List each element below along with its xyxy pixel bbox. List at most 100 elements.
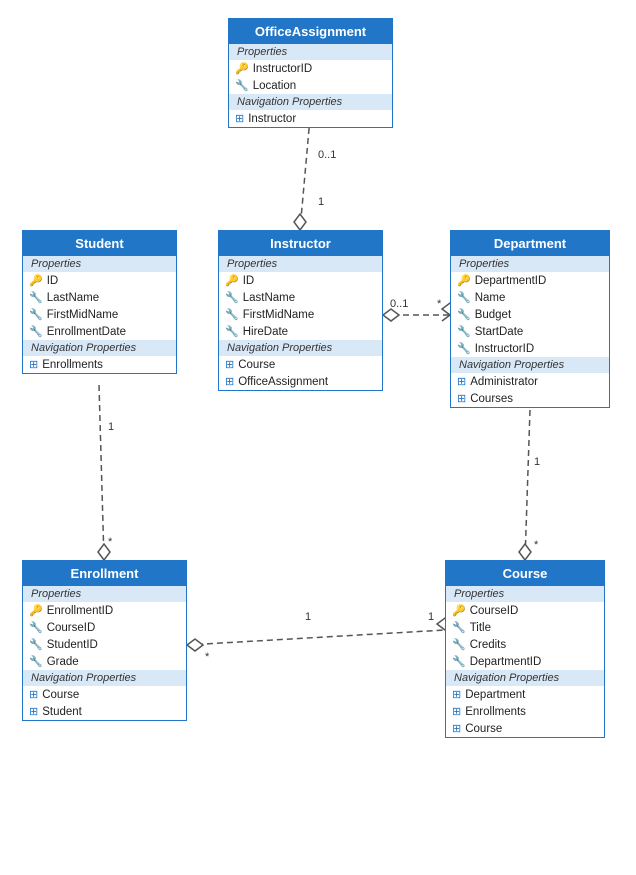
prop-name: DepartmentID xyxy=(475,275,547,287)
wrench-icon: 🔧 xyxy=(457,291,471,304)
student-enroll-1: 1 xyxy=(108,421,114,433)
oa-label-1: 1 xyxy=(318,196,324,208)
wrench-icon: 🔧 xyxy=(225,325,239,338)
prop-row: 🔑 EnrollmentID xyxy=(23,602,186,619)
wrench-icon: 🔧 xyxy=(225,308,239,321)
key-icon: 🔑 xyxy=(452,604,466,617)
prop-row: ⊞ Department xyxy=(446,686,604,703)
enrollment-props-label: Properties xyxy=(23,586,186,602)
prop-row: ⊞ OfficeAssignment xyxy=(219,373,382,390)
department-nav-label: Navigation Properties xyxy=(451,357,609,373)
prop-name: Course xyxy=(238,359,275,371)
student-props-label: Properties xyxy=(23,256,176,272)
dept-course-star: * xyxy=(534,539,539,551)
prop-row: 🔑 ID xyxy=(219,272,382,289)
officeassignment-props-label: Properties xyxy=(229,44,392,60)
department-header: Department xyxy=(451,231,609,256)
prop-row: 🔧 DepartmentID xyxy=(446,653,604,670)
prop-row: 🔧 EnrollmentDate xyxy=(23,323,176,340)
prop-row: 🔑 ID xyxy=(23,272,176,289)
prop-name: FirstMidName xyxy=(243,309,315,321)
wrench-icon: 🔧 xyxy=(457,325,471,338)
wrench-icon: 🔧 xyxy=(29,325,43,338)
key-icon: 🔑 xyxy=(235,62,249,75)
student-nav-label: Navigation Properties xyxy=(23,340,176,356)
enrollment-nav-label: Navigation Properties xyxy=(23,670,186,686)
officeassignment-header: OfficeAssignment xyxy=(229,19,392,44)
prop-name: Name xyxy=(475,292,506,304)
prop-name: Budget xyxy=(475,309,511,321)
prop-row: 🔧 StudentID xyxy=(23,636,186,653)
nav-icon: ⊞ xyxy=(452,705,461,718)
key-icon: 🔑 xyxy=(29,274,43,287)
prop-name: Course xyxy=(465,723,502,735)
enroll-course-1a: 1 xyxy=(305,611,311,623)
prop-name: ID xyxy=(47,275,59,287)
wrench-icon: 🔧 xyxy=(29,655,43,668)
instructor-props-label: Properties xyxy=(219,256,382,272)
wrench-icon: 🔧 xyxy=(29,621,43,634)
prop-name: CourseID xyxy=(470,605,519,617)
instructor-header: Instructor xyxy=(219,231,382,256)
prop-name: EnrollmentID xyxy=(47,605,113,617)
entity-course: Course Properties 🔑 CourseID 🔧 Title 🔧 C… xyxy=(445,560,605,738)
nav-icon: ⊞ xyxy=(225,358,234,371)
prop-name: LastName xyxy=(243,292,295,304)
nav-icon: ⊞ xyxy=(457,375,466,388)
course-props-label: Properties xyxy=(446,586,604,602)
prop-name: OfficeAssignment xyxy=(238,376,328,388)
nav-icon: ⊞ xyxy=(235,112,244,125)
prop-name: Grade xyxy=(47,656,79,668)
nav-icon: ⊞ xyxy=(452,688,461,701)
prop-name: DepartmentID xyxy=(470,656,542,668)
prop-row: 🔧 Grade xyxy=(23,653,186,670)
prop-row: 🔑 CourseID xyxy=(446,602,604,619)
inst-dept-label-star: * xyxy=(437,298,442,310)
prop-name: EnrollmentDate xyxy=(47,326,126,338)
prop-name: Title xyxy=(470,622,491,634)
prop-row: 🔧 CourseID xyxy=(23,619,186,636)
prop-name: Student xyxy=(42,706,82,718)
prop-name: FirstMidName xyxy=(47,309,119,321)
course-header: Course xyxy=(446,561,604,586)
prop-row: ⊞ Course xyxy=(219,356,382,373)
oa-label-01: 0..1 xyxy=(318,149,336,161)
prop-name: StudentID xyxy=(47,639,98,651)
prop-name: Course xyxy=(42,689,79,701)
nav-icon: ⊞ xyxy=(29,705,38,718)
enroll-course-star: * xyxy=(205,651,210,663)
wrench-icon: 🔧 xyxy=(29,638,43,651)
prop-row: 🔧 StartDate xyxy=(451,323,609,340)
wrench-icon: 🔧 xyxy=(452,638,466,651)
nav-icon: ⊞ xyxy=(452,722,461,735)
prop-row: 🔑 DepartmentID xyxy=(451,272,609,289)
prop-row: ⊞ Instructor xyxy=(229,110,392,127)
wrench-icon: 🔧 xyxy=(452,621,466,634)
prop-row: 🔑 InstructorID xyxy=(229,60,392,77)
prop-name: InstructorID xyxy=(475,343,534,355)
wrench-icon: 🔧 xyxy=(225,291,239,304)
prop-name: Location xyxy=(253,80,296,92)
prop-row: ⊞ Student xyxy=(23,703,186,720)
prop-name: StartDate xyxy=(475,326,524,338)
prop-name: LastName xyxy=(47,292,99,304)
prop-name: Department xyxy=(465,689,525,701)
wrench-icon: 🔧 xyxy=(452,655,466,668)
prop-name: Administrator xyxy=(470,376,538,388)
prop-name: InstructorID xyxy=(253,63,312,75)
entity-enrollment: Enrollment Properties 🔑 EnrollmentID 🔧 C… xyxy=(22,560,187,721)
key-icon: 🔑 xyxy=(29,604,43,617)
officeassignment-nav-label: Navigation Properties xyxy=(229,94,392,110)
department-props-label: Properties xyxy=(451,256,609,272)
course-nav-label: Navigation Properties xyxy=(446,670,604,686)
wrench-icon: 🔧 xyxy=(29,308,43,321)
wrench-icon: 🔧 xyxy=(457,342,471,355)
student-header: Student xyxy=(23,231,176,256)
prop-row: 🔧 LastName xyxy=(23,289,176,306)
enroll-course-1b: 1 xyxy=(428,611,434,623)
prop-row: ⊞ Courses xyxy=(451,390,609,407)
dept-course-1: 1 xyxy=(534,456,540,468)
nav-icon: ⊞ xyxy=(29,688,38,701)
prop-row: 🔧 LastName xyxy=(219,289,382,306)
prop-row: ⊞ Enrollments xyxy=(446,703,604,720)
